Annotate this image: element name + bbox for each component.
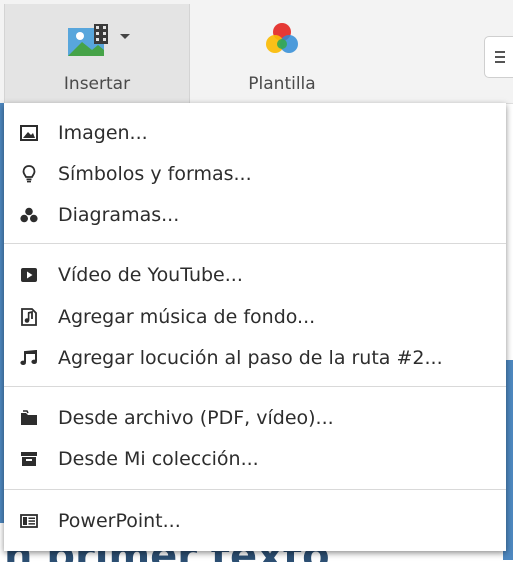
menu-item-diagrams[interactable]: Diagramas... bbox=[4, 197, 506, 233]
toolbar: Insertar Plantilla bbox=[0, 0, 513, 104]
menu-item-image[interactable]: Imagen... bbox=[4, 115, 506, 151]
folder-icon bbox=[18, 410, 40, 426]
music-note-icon bbox=[18, 350, 40, 366]
menu-divider bbox=[4, 243, 506, 244]
powerpoint-icon bbox=[18, 514, 40, 528]
image-icon bbox=[18, 125, 40, 141]
menu-divider bbox=[4, 489, 506, 490]
menu-item-from-file[interactable]: Desde archivo (PDF, vídeo)... bbox=[4, 400, 506, 436]
insert-dropdown-menu: Imagen... Símbolos y formas... Diagramas… bbox=[4, 103, 506, 551]
diagram-icon bbox=[18, 207, 40, 223]
music-file-icon bbox=[18, 308, 40, 326]
menu-item-voiceover[interactable]: Agregar locución al paso de la ruta #2..… bbox=[4, 340, 506, 376]
media-insert-icon bbox=[58, 20, 136, 64]
menu-item-from-my-collection[interactable]: Desde Mi colección... bbox=[4, 441, 506, 477]
more-button[interactable] bbox=[484, 36, 513, 78]
template-label: Plantilla bbox=[248, 74, 316, 94]
menu-item-youtube-video[interactable]: Vídeo de YouTube... bbox=[4, 257, 506, 293]
template-button[interactable]: Plantilla bbox=[192, 4, 372, 103]
menu-lines-icon bbox=[495, 48, 505, 66]
play-icon bbox=[18, 267, 40, 283]
insert-label: Insertar bbox=[63, 74, 131, 94]
insert-button[interactable]: Insertar bbox=[4, 4, 190, 103]
menu-item-powerpoint[interactable]: PowerPoint... bbox=[4, 503, 506, 539]
archive-icon bbox=[18, 451, 40, 467]
color-palette-icon bbox=[262, 20, 302, 64]
menu-item-symbols-shapes[interactable]: Símbolos y formas... bbox=[4, 156, 506, 192]
menu-item-background-music[interactable]: Agregar música de fondo... bbox=[4, 299, 506, 335]
menu-divider bbox=[4, 386, 506, 387]
lightbulb-icon bbox=[18, 165, 40, 183]
